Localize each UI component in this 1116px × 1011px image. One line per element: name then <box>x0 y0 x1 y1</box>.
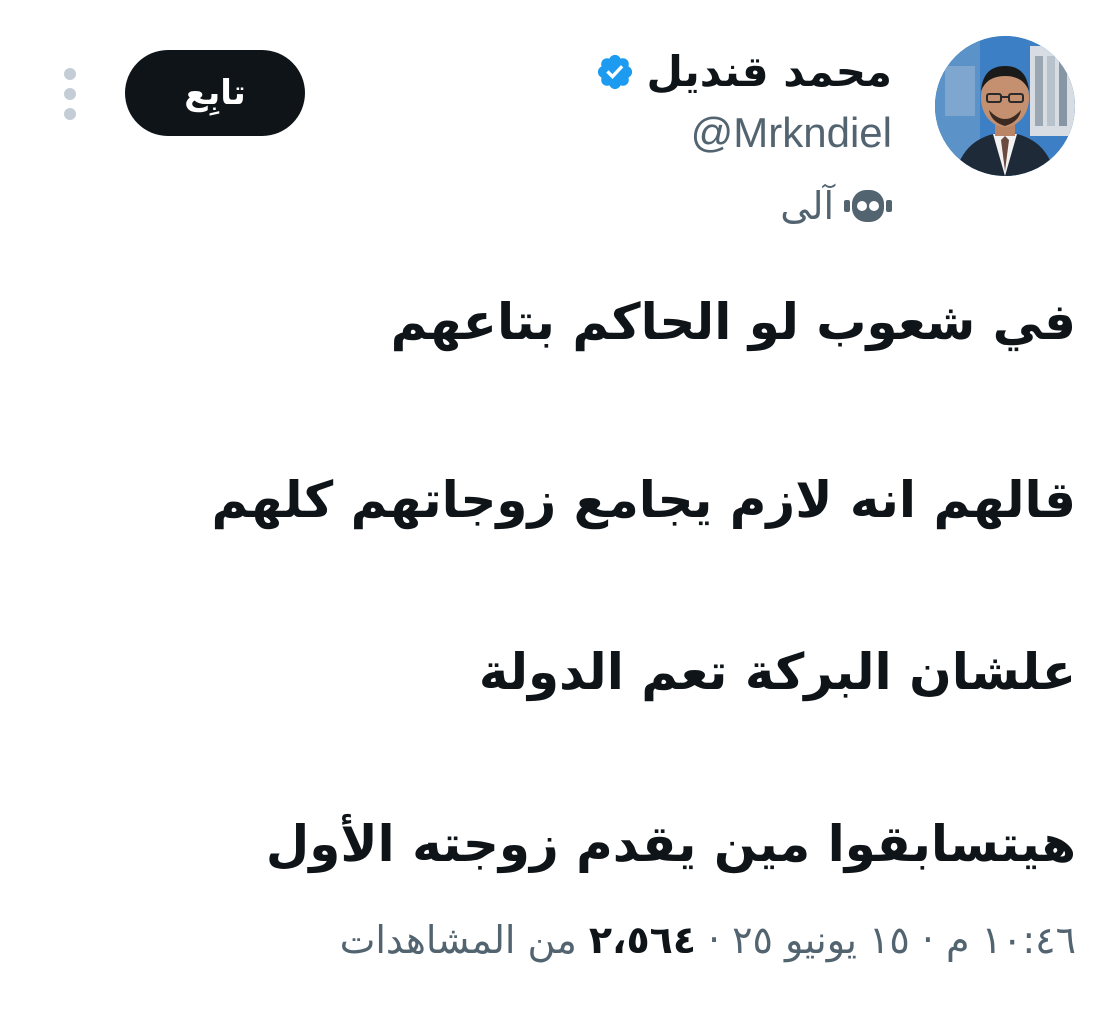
more-options-icon[interactable] <box>60 68 80 120</box>
robot-icon <box>844 190 892 222</box>
tweet-meta: ١٠:٤٦ م · ١٥ يونيو ٢٥ · ٢،٥٦٤ من المشاهد… <box>340 918 1076 964</box>
avatar-image <box>935 36 1075 176</box>
separator: · <box>921 918 934 962</box>
author-name-row[interactable]: محمد قنديل <box>595 40 892 104</box>
views-count: ٢،٥٦٤ <box>588 918 697 962</box>
dot <box>64 68 76 80</box>
tweet-date[interactable]: ١٥ يونيو ٢٥ <box>732 918 910 964</box>
tweet-time[interactable]: ١٠:٤٦ م <box>946 918 1076 964</box>
avatar[interactable] <box>935 36 1075 176</box>
tweet-text-line: هيتسابقوا مين يقدم زوجته الأول <box>265 815 1076 873</box>
automated-account-row: آلى <box>780 178 892 234</box>
tweet-text-line: علشان البركة تعم الدولة <box>478 643 1076 701</box>
tweet-text-line: في شعوب لو الحاكم بتاعهم <box>390 293 1076 351</box>
tweet-text-line: قالهم انه لازم يجامع زوجاتهم كلهم <box>211 471 1076 529</box>
separator: · <box>708 918 721 962</box>
automated-label: آلى <box>780 184 834 228</box>
author-name[interactable]: محمد قنديل <box>647 51 892 93</box>
dot <box>64 108 76 120</box>
dot <box>64 88 76 100</box>
follow-button[interactable]: تابِع <box>125 50 305 136</box>
verified-badge-icon <box>597 54 632 90</box>
author-handle[interactable]: @Mrkndiel <box>691 112 892 154</box>
views-label: من المشاهدات <box>339 918 577 962</box>
